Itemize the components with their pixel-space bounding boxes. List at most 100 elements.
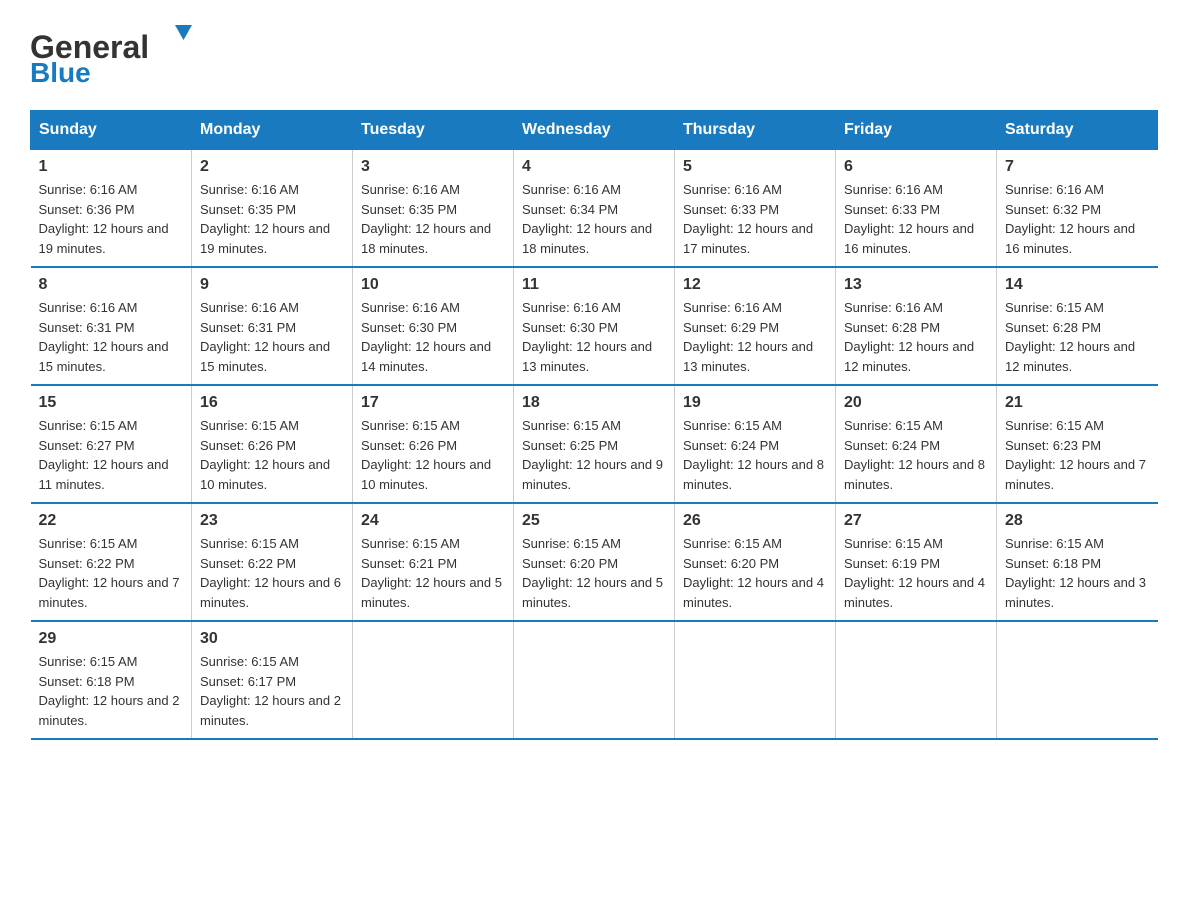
cell-week3-day2: 17 Sunrise: 6:15 AMSunset: 6:26 PMDaylig… xyxy=(353,385,514,503)
cell-week1-day4: 5 Sunrise: 6:16 AMSunset: 6:33 PMDayligh… xyxy=(675,150,836,268)
cell-week1-day3: 4 Sunrise: 6:16 AMSunset: 6:34 PMDayligh… xyxy=(514,150,675,268)
day-number: 30 xyxy=(200,630,344,648)
day-number: 13 xyxy=(844,276,988,294)
logo: General Blue xyxy=(30,20,210,90)
week-row-2: 8 Sunrise: 6:16 AMSunset: 6:31 PMDayligh… xyxy=(31,267,1158,385)
day-number: 8 xyxy=(39,276,184,294)
cell-week2-day6: 14 Sunrise: 6:15 AMSunset: 6:28 PMDaylig… xyxy=(997,267,1158,385)
day-number: 23 xyxy=(200,512,344,530)
cell-week3-day4: 19 Sunrise: 6:15 AMSunset: 6:24 PMDaylig… xyxy=(675,385,836,503)
cell-week5-day3 xyxy=(514,621,675,739)
header-sunday: Sunday xyxy=(31,111,192,150)
day-info: Sunrise: 6:16 AMSunset: 6:30 PMDaylight:… xyxy=(522,298,666,376)
day-number: 25 xyxy=(522,512,666,530)
week-row-5: 29 Sunrise: 6:15 AMSunset: 6:18 PMDaylig… xyxy=(31,621,1158,739)
day-number: 9 xyxy=(200,276,344,294)
cell-week4-day5: 27 Sunrise: 6:15 AMSunset: 6:19 PMDaylig… xyxy=(836,503,997,621)
header-monday: Monday xyxy=(192,111,353,150)
week-row-4: 22 Sunrise: 6:15 AMSunset: 6:22 PMDaylig… xyxy=(31,503,1158,621)
cell-week4-day4: 26 Sunrise: 6:15 AMSunset: 6:20 PMDaylig… xyxy=(675,503,836,621)
cell-week1-day0: 1 Sunrise: 6:16 AMSunset: 6:36 PMDayligh… xyxy=(31,150,192,268)
day-info: Sunrise: 6:16 AMSunset: 6:36 PMDaylight:… xyxy=(39,180,184,258)
cell-week4-day2: 24 Sunrise: 6:15 AMSunset: 6:21 PMDaylig… xyxy=(353,503,514,621)
cell-week4-day3: 25 Sunrise: 6:15 AMSunset: 6:20 PMDaylig… xyxy=(514,503,675,621)
day-info: Sunrise: 6:15 AMSunset: 6:19 PMDaylight:… xyxy=(844,534,988,612)
day-number: 27 xyxy=(844,512,988,530)
day-number: 3 xyxy=(361,158,505,176)
svg-text:Blue: Blue xyxy=(30,57,91,88)
header-tuesday: Tuesday xyxy=(353,111,514,150)
day-info: Sunrise: 6:15 AMSunset: 6:24 PMDaylight:… xyxy=(844,416,988,494)
day-number: 29 xyxy=(39,630,184,648)
week-row-1: 1 Sunrise: 6:16 AMSunset: 6:36 PMDayligh… xyxy=(31,150,1158,268)
day-number: 17 xyxy=(361,394,505,412)
day-info: Sunrise: 6:15 AMSunset: 6:20 PMDaylight:… xyxy=(683,534,827,612)
day-info: Sunrise: 6:15 AMSunset: 6:18 PMDaylight:… xyxy=(1005,534,1150,612)
cell-week5-day6 xyxy=(997,621,1158,739)
cell-week4-day6: 28 Sunrise: 6:15 AMSunset: 6:18 PMDaylig… xyxy=(997,503,1158,621)
day-info: Sunrise: 6:15 AMSunset: 6:26 PMDaylight:… xyxy=(361,416,505,494)
cell-week4-day0: 22 Sunrise: 6:15 AMSunset: 6:22 PMDaylig… xyxy=(31,503,192,621)
day-info: Sunrise: 6:15 AMSunset: 6:20 PMDaylight:… xyxy=(522,534,666,612)
day-number: 18 xyxy=(522,394,666,412)
day-number: 26 xyxy=(683,512,827,530)
day-info: Sunrise: 6:16 AMSunset: 6:34 PMDaylight:… xyxy=(522,180,666,258)
header-saturday: Saturday xyxy=(997,111,1158,150)
day-info: Sunrise: 6:15 AMSunset: 6:25 PMDaylight:… xyxy=(522,416,666,494)
day-number: 16 xyxy=(200,394,344,412)
cell-week1-day6: 7 Sunrise: 6:16 AMSunset: 6:32 PMDayligh… xyxy=(997,150,1158,268)
cell-week4-day1: 23 Sunrise: 6:15 AMSunset: 6:22 PMDaylig… xyxy=(192,503,353,621)
day-info: Sunrise: 6:16 AMSunset: 6:31 PMDaylight:… xyxy=(200,298,344,376)
day-info: Sunrise: 6:16 AMSunset: 6:29 PMDaylight:… xyxy=(683,298,827,376)
logo-svg: General Blue xyxy=(30,20,210,90)
header-thursday: Thursday xyxy=(675,111,836,150)
day-number: 24 xyxy=(361,512,505,530)
day-info: Sunrise: 6:15 AMSunset: 6:17 PMDaylight:… xyxy=(200,652,344,730)
day-number: 12 xyxy=(683,276,827,294)
cell-week5-day1: 30 Sunrise: 6:15 AMSunset: 6:17 PMDaylig… xyxy=(192,621,353,739)
cell-week3-day3: 18 Sunrise: 6:15 AMSunset: 6:25 PMDaylig… xyxy=(514,385,675,503)
day-number: 5 xyxy=(683,158,827,176)
day-info: Sunrise: 6:15 AMSunset: 6:22 PMDaylight:… xyxy=(39,534,184,612)
cell-week1-day1: 2 Sunrise: 6:16 AMSunset: 6:35 PMDayligh… xyxy=(192,150,353,268)
cell-week2-day2: 10 Sunrise: 6:16 AMSunset: 6:30 PMDaylig… xyxy=(353,267,514,385)
cell-week2-day5: 13 Sunrise: 6:16 AMSunset: 6:28 PMDaylig… xyxy=(836,267,997,385)
day-info: Sunrise: 6:15 AMSunset: 6:28 PMDaylight:… xyxy=(1005,298,1150,376)
cell-week2-day0: 8 Sunrise: 6:16 AMSunset: 6:31 PMDayligh… xyxy=(31,267,192,385)
day-info: Sunrise: 6:15 AMSunset: 6:24 PMDaylight:… xyxy=(683,416,827,494)
cell-week2-day1: 9 Sunrise: 6:16 AMSunset: 6:31 PMDayligh… xyxy=(192,267,353,385)
day-info: Sunrise: 6:15 AMSunset: 6:26 PMDaylight:… xyxy=(200,416,344,494)
day-number: 7 xyxy=(1005,158,1150,176)
day-info: Sunrise: 6:15 AMSunset: 6:23 PMDaylight:… xyxy=(1005,416,1150,494)
header-wednesday: Wednesday xyxy=(514,111,675,150)
day-number: 2 xyxy=(200,158,344,176)
day-number: 11 xyxy=(522,276,666,294)
day-info: Sunrise: 6:16 AMSunset: 6:35 PMDaylight:… xyxy=(200,180,344,258)
cell-week5-day5 xyxy=(836,621,997,739)
day-number: 14 xyxy=(1005,276,1150,294)
day-number: 19 xyxy=(683,394,827,412)
day-number: 22 xyxy=(39,512,184,530)
day-info: Sunrise: 6:15 AMSunset: 6:27 PMDaylight:… xyxy=(39,416,184,494)
day-info: Sunrise: 6:15 AMSunset: 6:21 PMDaylight:… xyxy=(361,534,505,612)
day-number: 1 xyxy=(39,158,184,176)
page-header: General Blue xyxy=(30,20,1158,90)
day-number: 4 xyxy=(522,158,666,176)
cell-week3-day0: 15 Sunrise: 6:15 AMSunset: 6:27 PMDaylig… xyxy=(31,385,192,503)
cell-week3-day5: 20 Sunrise: 6:15 AMSunset: 6:24 PMDaylig… xyxy=(836,385,997,503)
day-number: 28 xyxy=(1005,512,1150,530)
day-info: Sunrise: 6:15 AMSunset: 6:18 PMDaylight:… xyxy=(39,652,184,730)
calendar-table: Sunday Monday Tuesday Wednesday Thursday… xyxy=(30,110,1158,740)
cell-week5-day4 xyxy=(675,621,836,739)
day-number: 21 xyxy=(1005,394,1150,412)
cell-week2-day4: 12 Sunrise: 6:16 AMSunset: 6:29 PMDaylig… xyxy=(675,267,836,385)
day-info: Sunrise: 6:16 AMSunset: 6:33 PMDaylight:… xyxy=(844,180,988,258)
cell-week3-day1: 16 Sunrise: 6:15 AMSunset: 6:26 PMDaylig… xyxy=(192,385,353,503)
cell-week2-day3: 11 Sunrise: 6:16 AMSunset: 6:30 PMDaylig… xyxy=(514,267,675,385)
day-info: Sunrise: 6:16 AMSunset: 6:30 PMDaylight:… xyxy=(361,298,505,376)
header-friday: Friday xyxy=(836,111,997,150)
day-number: 15 xyxy=(39,394,184,412)
day-info: Sunrise: 6:16 AMSunset: 6:31 PMDaylight:… xyxy=(39,298,184,376)
day-number: 20 xyxy=(844,394,988,412)
week-row-3: 15 Sunrise: 6:15 AMSunset: 6:27 PMDaylig… xyxy=(31,385,1158,503)
